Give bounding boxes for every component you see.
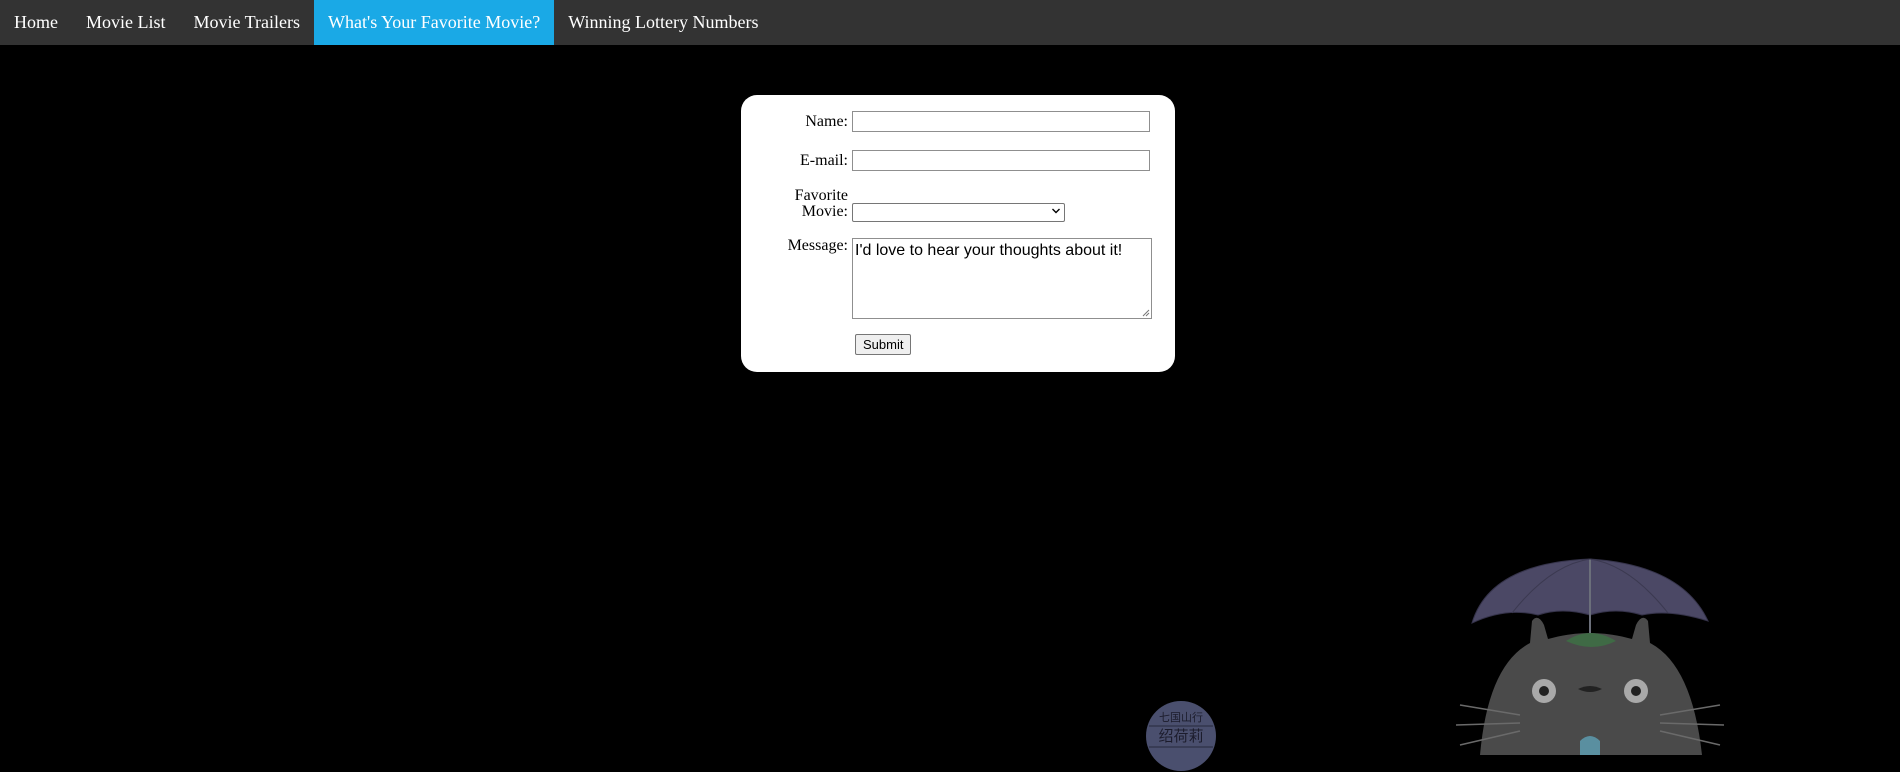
favorite-movie-label-line2: Movie:: [801, 203, 848, 220]
favorite-movie-form: Name: E-mail: Favorite Movie: Message: I…: [741, 95, 1175, 372]
top-nav-bar: Home Movie List Movie Trailers What's Yo…: [0, 0, 1900, 45]
nav-lottery-numbers[interactable]: Winning Lottery Numbers: [554, 0, 772, 45]
svg-text:七国山行: 七国山行: [1159, 711, 1203, 724]
nav-movie-list[interactable]: Movie List: [72, 0, 180, 45]
message-textarea[interactable]: I'd love to hear your thoughts about it!: [852, 238, 1152, 319]
message-text: I'd love to hear your thoughts about it!: [855, 242, 1123, 259]
email-input[interactable]: [852, 150, 1150, 171]
submit-button[interactable]: Submit: [855, 334, 912, 355]
nav-movie-trailers[interactable]: Movie Trailers: [180, 0, 315, 45]
nav-favorite-movie[interactable]: What's Your Favorite Movie?: [314, 0, 555, 45]
chevron-down-icon: [1052, 208, 1060, 214]
name-input[interactable]: [852, 111, 1150, 132]
email-label: E-mail:: [800, 152, 848, 169]
svg-text:绍荷莉: 绍荷莉: [1158, 727, 1203, 745]
name-label: Name:: [805, 113, 848, 130]
nav-home[interactable]: Home: [0, 0, 72, 45]
resize-grip-icon[interactable]: [1142, 309, 1150, 317]
favorite-movie-label-line1: Favorite: [794, 187, 848, 204]
totoro-umbrella-illustration: [1455, 558, 1725, 755]
message-label: Message:: [787, 237, 848, 254]
seal-stamp-icon: 七国山行 绍荷莉: [1146, 701, 1216, 771]
favorite-movie-select[interactable]: [852, 203, 1065, 222]
